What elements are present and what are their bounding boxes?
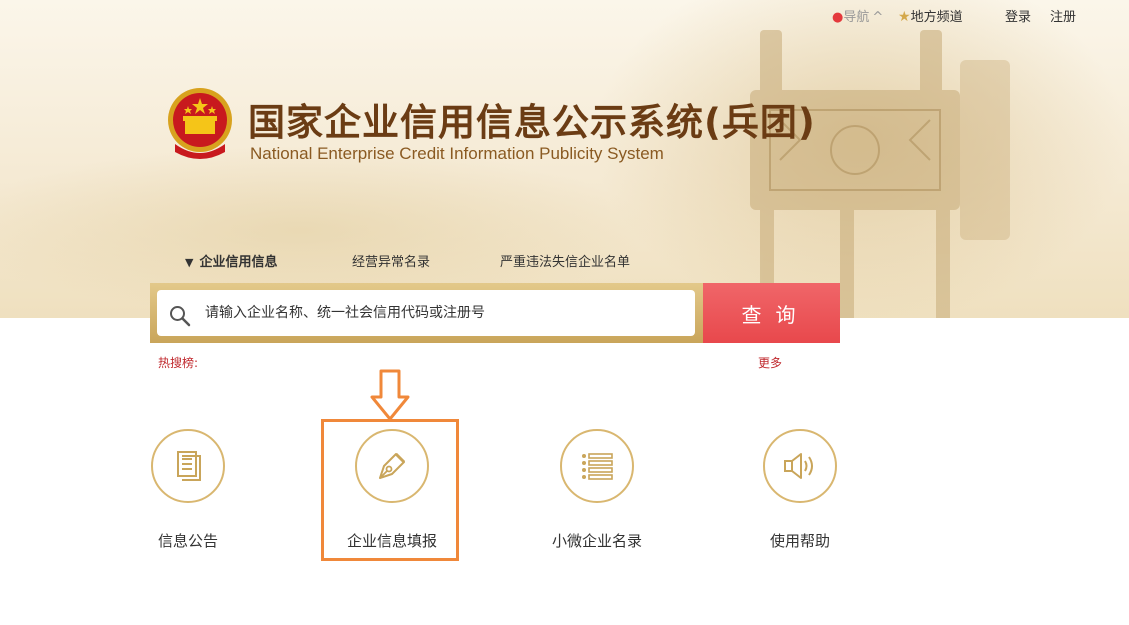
caret-down-icon: ▼ [185,256,194,269]
register-link[interactable]: 注册 [1050,6,1076,25]
bronze-ding-illustration [750,30,1010,318]
login-link[interactable]: 登录 [1005,6,1031,25]
more-link[interactable]: 更多 [758,354,782,371]
search-box [150,283,703,343]
feature-icon-circle [355,429,429,503]
speaker-icon [784,453,813,479]
feature-label: 使用帮助 [769,532,830,550]
nav-menu[interactable]: ●导航 ^ [832,6,883,25]
chevron-up-icon: ^ [872,10,884,25]
national-emblem-logo [168,88,232,159]
tab-enterprise-credit[interactable]: ▼ 企业信用信息 [185,251,277,270]
search-button[interactable]: 查询 [703,283,840,343]
tab-serious-violation-list[interactable]: 严重违法失信企业名单 [500,251,630,270]
site-subtitle: National Enterprise Credit Information P… [250,144,664,163]
local-channel-label: 地方频道 [910,10,963,25]
feature-micro-enterprise-list[interactable]: 小微企业名录 [517,429,677,551]
document-icon [177,451,201,481]
pen-nib-icon [379,452,406,479]
local-channel-link[interactable]: ★地方频道 [898,6,963,25]
feature-icon-circle [151,429,225,503]
search-input[interactable] [157,290,695,336]
location-pin-icon: ● [832,10,844,25]
list-icon [582,453,613,480]
feature-info-announcement[interactable]: 信息公告 [108,429,268,551]
site-title: 国家企业信用信息公示系统(兵团) [248,101,816,144]
feature-label: 信息公告 [157,532,218,550]
star-icon: ★ [898,9,911,25]
down-arrow-annotation [370,369,410,421]
feature-icon-circle [560,429,634,503]
nav-label: 导航 [843,10,870,25]
feature-enterprise-info-filing[interactable]: 企业信息填报 [312,429,472,551]
search-icon [170,306,191,327]
tab-label: 企业信用信息 [199,255,278,270]
feature-label: 企业信息填报 [346,532,437,550]
hot-search-label: 热搜榜: [158,356,199,370]
feature-label: 小微企业名录 [551,532,642,550]
feature-usage-help[interactable]: 使用帮助 [720,429,880,551]
feature-icon-circle [763,429,837,503]
tab-abnormal-list[interactable]: 经营异常名录 [352,251,430,270]
